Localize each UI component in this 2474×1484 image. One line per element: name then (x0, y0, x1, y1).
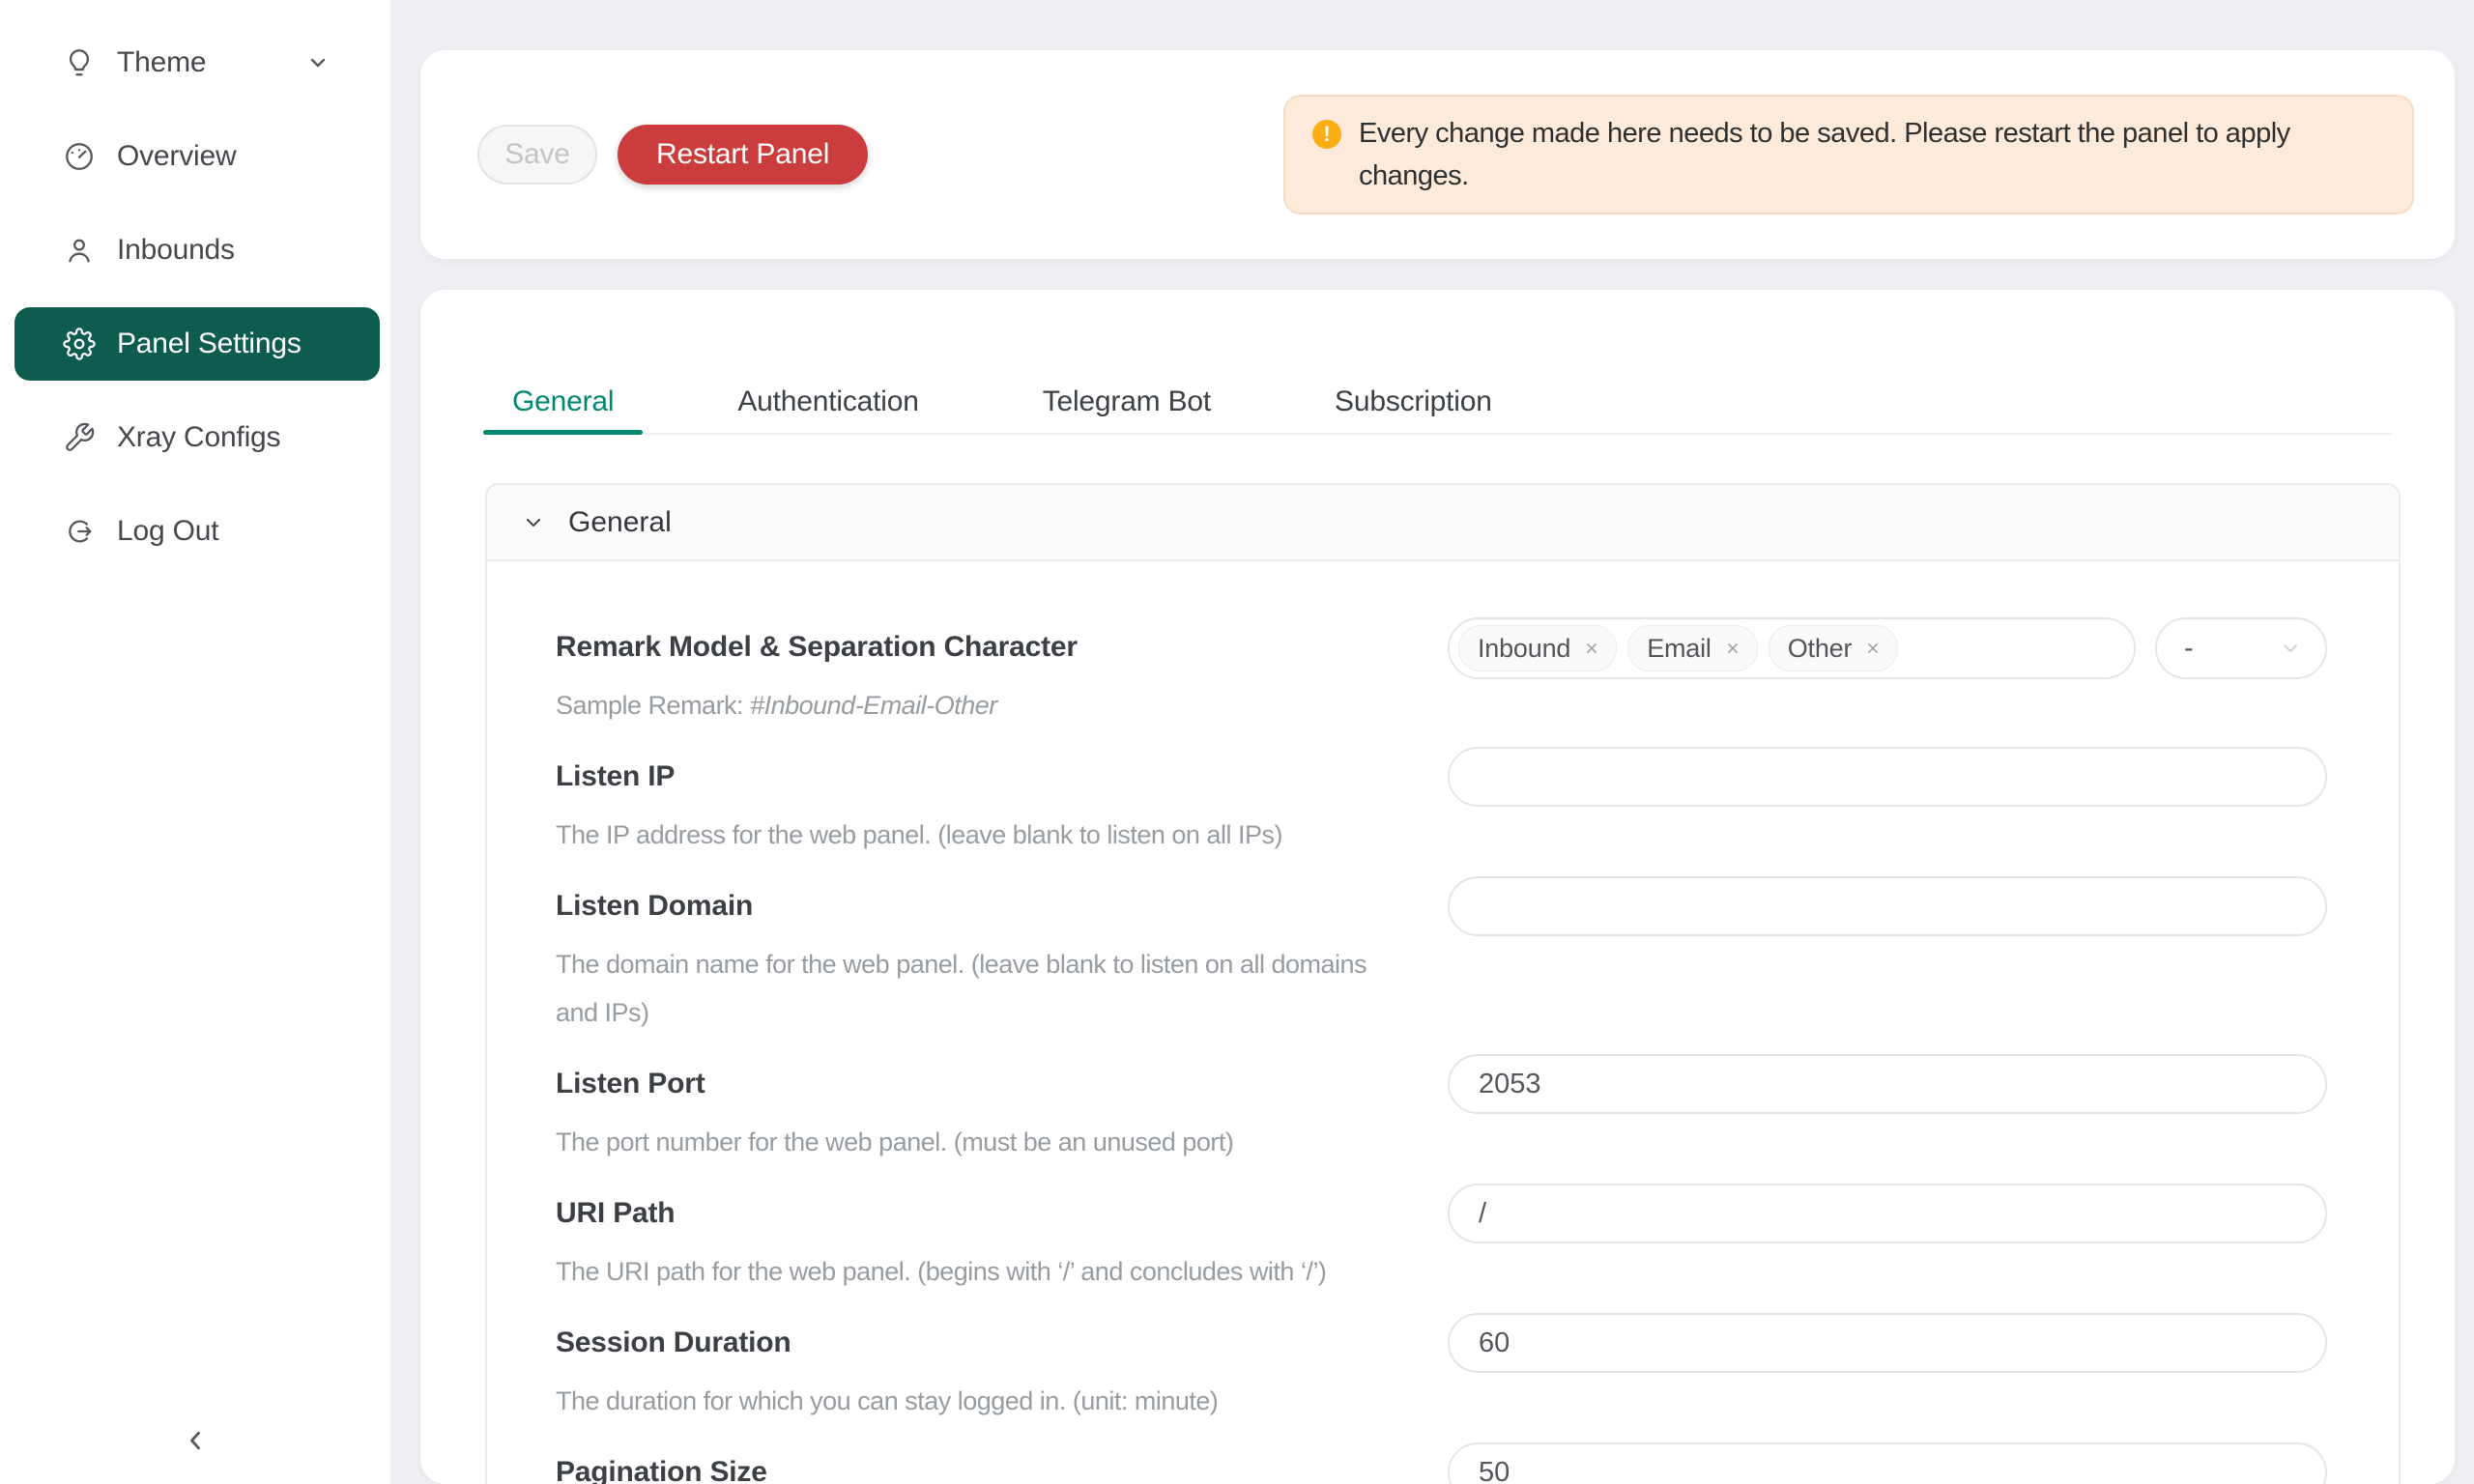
form-row-session-duration: Session Duration The duration for which … (556, 1313, 2327, 1425)
form-row-remark-model: Remark Model & Separation Character Samp… (556, 617, 2327, 729)
field-label: Remark Model & Separation Character (556, 617, 1409, 677)
listen-port-input[interactable] (1448, 1054, 2327, 1114)
sidebar-item-label: Xray Configs (117, 421, 280, 454)
user-icon (63, 234, 96, 267)
chevron-down-icon[interactable] (306, 51, 330, 74)
alert-text: Every change made here needs to be saved… (1359, 112, 2383, 197)
form-row-listen-ip: Listen IP The IP address for the web pan… (556, 747, 2327, 859)
uri-path-input[interactable] (1448, 1184, 2327, 1243)
field-label: URI Path (556, 1184, 1409, 1243)
tag-close-icon[interactable] (1863, 639, 1883, 658)
field-label: Listen Port (556, 1054, 1409, 1114)
tag-email: Email (1627, 625, 1758, 671)
gear-icon (63, 328, 96, 360)
field-description: The port number for the web panel. (must… (556, 1118, 1409, 1166)
dashboard-icon (63, 140, 96, 173)
sample-remark-prefix: Sample Remark: (556, 691, 750, 720)
tag-label: Other (1788, 634, 1853, 664)
field-description: The domain name for the web panel. (leav… (556, 940, 1377, 1037)
tag-close-icon[interactable] (1723, 639, 1742, 658)
chevron-down-icon (2279, 637, 2302, 660)
warning-icon: ! (1312, 120, 1341, 149)
pagination-size-input[interactable] (1448, 1442, 2327, 1484)
general-collapse-panel: General Remark Model & Separation Charac… (485, 483, 2401, 1484)
panel-title: General (568, 506, 672, 539)
sidebar-item-label: Log Out (117, 515, 218, 548)
settings-tabs: General Authentication Telegram Bot Subs… (483, 290, 2392, 435)
tag-close-icon[interactable] (1582, 639, 1601, 658)
field-description: Sample Remark: #Inbound-Email-Other (556, 681, 1409, 729)
field-label: Session Duration (556, 1313, 1409, 1373)
sidebar-item-panel-settings[interactable]: Panel Settings (14, 307, 380, 381)
sidebar-nav: Theme Overview (0, 0, 390, 568)
field-description: The URI path for the web panel. (begins … (556, 1247, 1409, 1296)
tag-other: Other (1769, 625, 1899, 671)
settings-card: General Authentication Telegram Bot Subs… (420, 290, 2455, 1484)
form-row-pagination-size: Pagination Size (556, 1442, 2327, 1484)
session-duration-input[interactable] (1448, 1313, 2327, 1373)
form-row-listen-domain: Listen Domain The domain name for the we… (556, 876, 2327, 1037)
form-row-listen-port: Listen Port The port number for the web … (556, 1054, 2327, 1166)
field-description: The IP address for the web panel. (leave… (556, 811, 1409, 859)
tab-general[interactable]: General (483, 371, 643, 433)
listen-domain-input[interactable] (1448, 876, 2327, 936)
chevron-left-icon[interactable] (179, 1424, 212, 1457)
bulb-icon (63, 46, 96, 79)
sidebar-item-inbounds[interactable]: Inbounds (14, 214, 380, 287)
sidebar-item-log-out[interactable]: Log Out (14, 495, 380, 568)
tab-subscription[interactable]: Subscription (1306, 371, 1521, 433)
wrench-icon (63, 421, 96, 454)
sidebar-item-theme[interactable]: Theme (14, 26, 380, 100)
sidebar: Theme Overview (0, 0, 390, 1484)
sidebar-item-label: Theme (117, 46, 206, 79)
restart-panel-button[interactable]: Restart Panel (618, 125, 868, 185)
general-collapse-header[interactable]: General (487, 485, 2399, 561)
field-label: Listen Domain (556, 876, 1409, 936)
tab-telegram-bot[interactable]: Telegram Bot (1014, 371, 1240, 433)
sidebar-item-label: Inbounds (117, 234, 235, 267)
listen-ip-input[interactable] (1448, 747, 2327, 807)
separator-select[interactable]: - (2155, 617, 2327, 679)
field-label: Listen IP (556, 747, 1409, 807)
sample-remark-value: #Inbound-Email-Other (750, 691, 997, 720)
toolbar-card: Save Restart Panel ! Every change made h… (420, 50, 2455, 259)
sidebar-item-xray-configs[interactable]: Xray Configs (14, 401, 380, 474)
content-area: Save Restart Panel ! Every change made h… (390, 0, 2474, 1484)
tag-label: Inbound (1478, 634, 1570, 664)
sidebar-item-label: Panel Settings (117, 328, 302, 360)
tab-authentication[interactable]: Authentication (708, 371, 947, 433)
sidebar-item-overview[interactable]: Overview (14, 120, 380, 193)
logout-icon (63, 515, 96, 548)
form-row-uri-path: URI Path The URI path for the web panel.… (556, 1184, 2327, 1296)
chevron-down-icon (522, 511, 545, 534)
save-button[interactable]: Save (477, 125, 597, 185)
remark-model-select[interactable]: Inbound Email (1448, 617, 2136, 679)
separator-value: - (2184, 633, 2194, 665)
field-label: Pagination Size (556, 1442, 1409, 1484)
general-panel-body: Remark Model & Separation Character Samp… (487, 561, 2399, 1484)
field-description: The duration for which you can stay logg… (556, 1377, 1409, 1425)
warning-glyph: ! (1323, 122, 1330, 147)
tag-inbound: Inbound (1458, 625, 1617, 671)
sidebar-item-label: Overview (117, 140, 236, 173)
restart-warning-alert: ! Every change made here needs to be sav… (1283, 95, 2414, 214)
tag-label: Email (1647, 634, 1712, 664)
